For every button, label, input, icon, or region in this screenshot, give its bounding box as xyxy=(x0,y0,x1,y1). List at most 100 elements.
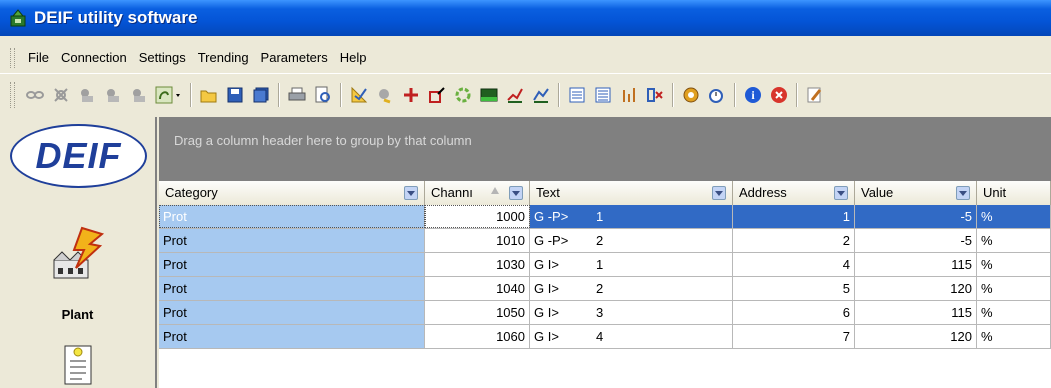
cell-value[interactable]: -5 xyxy=(855,229,977,252)
table-row[interactable]: Prot 1060 G I> 4 7 120 % xyxy=(159,325,1051,349)
gear-refresh-icon[interactable] xyxy=(452,84,474,106)
cell-category[interactable]: Prot xyxy=(159,229,425,252)
grid-header: Category Channı Text Address Value Unit xyxy=(159,181,1051,205)
cell-category[interactable]: Prot xyxy=(159,325,425,348)
cell-text[interactable]: G I> 1 xyxy=(530,253,733,276)
download-icon[interactable] xyxy=(426,84,448,106)
column-header-category[interactable]: Category xyxy=(159,181,425,205)
cell-value[interactable]: 120 xyxy=(855,277,977,300)
cell-channel[interactable]: 1000 xyxy=(425,205,530,228)
list2-icon[interactable] xyxy=(592,84,614,106)
log-icon[interactable] xyxy=(348,84,370,106)
column-header-label: Unit xyxy=(983,185,1007,200)
column-header-channel[interactable]: Channı xyxy=(425,181,530,205)
text-index: 3 xyxy=(596,305,604,320)
toolbar-separator xyxy=(672,82,674,107)
cell-address[interactable]: 6 xyxy=(733,301,855,324)
menu-settings[interactable]: Settings xyxy=(133,46,192,70)
menu-trending[interactable]: Trending xyxy=(192,46,255,70)
table-row[interactable]: Prot 1010 G -P> 2 2 -5 % xyxy=(159,229,1051,253)
column-header-address[interactable]: Address xyxy=(733,181,855,205)
table-row[interactable]: Prot 1050 G I> 3 6 115 % xyxy=(159,301,1051,325)
menu-help[interactable]: Help xyxy=(334,46,373,70)
cell-text[interactable]: G I> 3 xyxy=(530,301,733,324)
alarm-icon[interactable] xyxy=(374,84,396,106)
cell-value[interactable]: 115 xyxy=(855,301,977,324)
gear-icon[interactable] xyxy=(680,84,702,106)
trend2-icon[interactable] xyxy=(530,84,552,106)
cell-category[interactable]: Prot xyxy=(159,253,425,276)
filter-dropdown-icon[interactable] xyxy=(956,186,970,200)
cell-unit[interactable]: % xyxy=(977,277,1051,300)
print-icon[interactable] xyxy=(286,84,308,106)
link-icon[interactable] xyxy=(24,84,46,106)
cell-category[interactable]: Prot xyxy=(159,277,425,300)
menu-parameters[interactable]: Parameters xyxy=(255,46,334,70)
battery-icon[interactable] xyxy=(478,84,500,106)
cell-address[interactable]: 1 xyxy=(733,205,855,228)
plant-icon[interactable] xyxy=(50,224,106,284)
upload-icon[interactable] xyxy=(400,84,422,106)
cell-text[interactable]: G I> 4 xyxy=(530,325,733,348)
table-row[interactable]: Prot 1040 G I> 2 5 120 % xyxy=(159,277,1051,301)
cell-channel[interactable]: 1060 xyxy=(425,325,530,348)
write-all-icon[interactable] xyxy=(128,84,150,106)
write-icon[interactable] xyxy=(102,84,124,106)
filter-dropdown-icon[interactable] xyxy=(712,186,726,200)
cell-unit[interactable]: % xyxy=(977,301,1051,324)
cell-unit[interactable]: % xyxy=(977,229,1051,252)
timer-icon[interactable] xyxy=(706,84,728,106)
filter-dropdown-icon[interactable] xyxy=(834,186,848,200)
cell-text[interactable]: G I> 2 xyxy=(530,277,733,300)
read-icon[interactable] xyxy=(76,84,98,106)
wizard-icon[interactable] xyxy=(804,84,826,106)
cell-category[interactable]: Prot xyxy=(159,205,425,228)
column-header-label: Value xyxy=(861,185,894,200)
menu-connection[interactable]: Connection xyxy=(55,46,133,70)
filter-dropdown-icon[interactable] xyxy=(404,186,418,200)
print-preview-icon[interactable] xyxy=(312,84,334,106)
options-dropdown-icon[interactable] xyxy=(154,84,184,106)
list-icon[interactable] xyxy=(566,84,588,106)
cell-address[interactable]: 7 xyxy=(733,325,855,348)
cell-unit[interactable]: % xyxy=(977,325,1051,348)
column-header-value[interactable]: Value xyxy=(855,181,977,205)
trend-icon[interactable] xyxy=(504,84,526,106)
io2-icon[interactable] xyxy=(644,84,666,106)
cell-address[interactable]: 5 xyxy=(733,277,855,300)
info-icon[interactable]: i xyxy=(742,84,764,106)
cell-text[interactable]: G -P> 1 xyxy=(530,205,733,228)
cell-value[interactable]: -5 xyxy=(855,205,977,228)
column-header-unit[interactable]: Unit xyxy=(977,181,1051,205)
disconnect-icon[interactable] xyxy=(50,84,72,106)
menu-file[interactable]: File xyxy=(22,46,55,70)
cell-unit[interactable]: % xyxy=(977,205,1051,228)
column-header-text[interactable]: Text xyxy=(530,181,733,205)
cell-category[interactable]: Prot xyxy=(159,301,425,324)
cell-address[interactable]: 2 xyxy=(733,229,855,252)
table-row[interactable]: Prot 1030 G I> 1 4 115 % xyxy=(159,253,1051,277)
cell-channel[interactable]: 1030 xyxy=(425,253,530,276)
table-row[interactable]: Prot 1000 G -P> 1 1 -5 % xyxy=(159,205,1051,229)
cell-channel[interactable]: 1050 xyxy=(425,301,530,324)
save-icon[interactable] xyxy=(224,84,246,106)
open-folder-icon[interactable] xyxy=(198,84,220,106)
cell-value[interactable]: 120 xyxy=(855,325,977,348)
cell-channel[interactable]: 1010 xyxy=(425,229,530,252)
text-index: 2 xyxy=(596,233,604,248)
stop-icon[interactable] xyxy=(768,84,790,106)
filter-dropdown-icon[interactable] xyxy=(509,186,523,200)
text-prefix: G I> xyxy=(534,257,559,272)
io-icon[interactable] xyxy=(618,84,640,106)
document-icon[interactable] xyxy=(62,343,96,385)
cell-address[interactable]: 4 xyxy=(733,253,855,276)
cell-unit[interactable]: % xyxy=(977,253,1051,276)
plant-label[interactable]: Plant xyxy=(0,307,155,322)
app-window: DEIF utility software File Connection Se… xyxy=(0,0,1051,388)
save-all-icon[interactable] xyxy=(250,84,272,106)
cell-value[interactable]: 115 xyxy=(855,253,977,276)
title-bar[interactable]: DEIF utility software xyxy=(0,0,1051,36)
cell-channel[interactable]: 1040 xyxy=(425,277,530,300)
group-by-area[interactable]: Drag a column header here to group by th… xyxy=(159,117,1051,181)
cell-text[interactable]: G -P> 2 xyxy=(530,229,733,252)
